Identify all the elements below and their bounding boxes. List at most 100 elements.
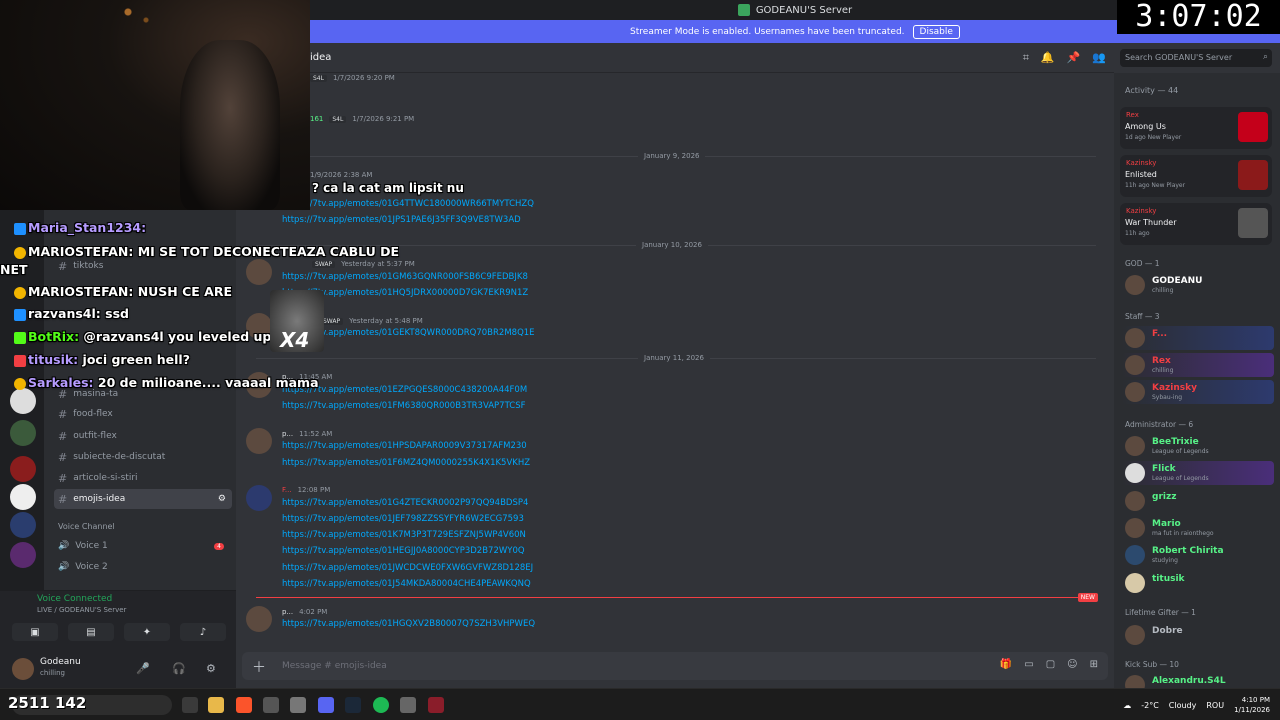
pin-icon[interactable]: 📌	[1067, 51, 1081, 65]
emoji-icon[interactable]: ☺	[1067, 659, 1077, 670]
sticker-icon[interactable]: ▢	[1046, 659, 1055, 670]
soundboard-button[interactable]: ♪	[180, 623, 226, 641]
app-icon[interactable]	[263, 697, 279, 713]
weather-temp[interactable]: -2°C	[1141, 701, 1159, 710]
member-item[interactable]: Kazinsky Sybau-ing	[1122, 380, 1274, 404]
message-link[interactable]: https://7tv.app/emotes/01HGQXV2B80007Q7S…	[282, 619, 535, 629]
member-item[interactable]: Flick League of Legends	[1122, 461, 1274, 485]
message-link[interactable]: https://7tv.app/emotes/01FM6380QR000B3TR…	[282, 401, 525, 411]
speaker-icon: 🔊	[58, 541, 70, 551]
member-item[interactable]: BeeTrixie League of Legends	[1122, 434, 1272, 456]
file-explorer-icon[interactable]	[208, 697, 224, 713]
message-composer[interactable]: ＋ Message # emojis-idea 🎁 ▭ ▢ ☺ ⊞	[242, 652, 1108, 680]
avatar[interactable]	[246, 259, 272, 285]
server-icon[interactable]	[10, 456, 36, 482]
activity-card[interactable]: Kazinsky Enlisted 11h ago New Player	[1120, 155, 1272, 197]
server-icon[interactable]	[10, 512, 36, 538]
message-link[interactable]: https://7tv.app/emotes/01GM63GQNR000FSB6…	[282, 272, 528, 282]
message-author[interactable]: p...	[282, 608, 293, 616]
message-link[interactable]: https://7tv.app/emotes/01HEGJJ0A8000CYP3…	[282, 546, 525, 556]
member-item[interactable]: titusik	[1122, 571, 1272, 593]
message-author[interactable]: F...	[282, 486, 292, 494]
timestamp: 11:52 AM	[299, 430, 333, 438]
member-item[interactable]: Robert Chirita studying	[1122, 543, 1272, 565]
channel-item[interactable]: # tiktoks	[54, 256, 232, 276]
voice-connected-label: Voice Connected	[37, 594, 113, 604]
member-item[interactable]: grizz	[1122, 489, 1272, 511]
message-link[interactable]: https://7tv.app/emotes/01EZPGQES8000C438…	[282, 385, 527, 395]
message-author[interactable]: p...	[282, 373, 293, 381]
message-link[interactable]: https://7tv.app/emotes/01K7M3P3T729ESFZN…	[282, 530, 526, 540]
hash-icon: #	[58, 429, 68, 443]
message-link[interactable]: https://7tv.app/emotes/01G4TTWC180000WR6…	[282, 199, 534, 209]
server-icon[interactable]	[10, 388, 36, 414]
app-icon[interactable]	[428, 697, 444, 713]
message-link[interactable]: https://7tv.app/emotes/01HPSDAPAR0009V37…	[282, 441, 527, 451]
voice-connected-sub: LIVE / GODEANU'S Server	[37, 606, 127, 614]
avatar	[1125, 545, 1145, 565]
server-icon[interactable]	[10, 420, 36, 446]
task-view-icon[interactable]	[182, 697, 198, 713]
voice-channel-1[interactable]: 🔊 Voice 14	[54, 536, 232, 556]
activity-card[interactable]: Rex Among Us 1d ago New Player	[1120, 107, 1272, 149]
role-header: Kick Sub — 10	[1125, 660, 1179, 669]
member-item[interactable]: GODEANU chilling	[1122, 273, 1272, 295]
language-indicator[interactable]: ROU	[1206, 701, 1224, 710]
timestamp: Yesterday at 5:37 PM	[341, 260, 415, 268]
add-attachment-icon[interactable]: ＋	[252, 657, 266, 677]
avatar[interactable]	[12, 658, 34, 680]
channel-item[interactable]: # food-flex	[54, 404, 232, 424]
voice-category[interactable]: Voice Channel	[58, 522, 115, 531]
member-list-icon[interactable]: 👥	[1092, 51, 1106, 65]
message-link[interactable]: https://7tv.app/emotes/01JEF798ZZSSYFYR6…	[282, 514, 524, 524]
avatar[interactable]	[246, 606, 272, 632]
voice-channel-2[interactable]: 🔊 Voice 2	[54, 557, 232, 577]
gif-icon[interactable]: ▭	[1024, 659, 1033, 670]
camera-button[interactable]: ▣	[12, 623, 58, 641]
clock[interactable]: 4:10 PM 1/11/2026	[1234, 695, 1270, 715]
message-link[interactable]: https://7tv.app/emotes/01F6MZ4QM0000255K…	[282, 458, 530, 468]
message-link[interactable]: https://7tv.app/emotes/01JWCDCWE0FXW6GVF…	[282, 563, 533, 573]
gift-icon[interactable]: 🎁	[1000, 659, 1012, 670]
threads-icon[interactable]: ⌗	[1023, 51, 1029, 65]
headphones-icon[interactable]: 🎧	[172, 662, 186, 675]
steam-icon[interactable]	[345, 697, 361, 713]
microphone-icon[interactable]: 🎤	[136, 662, 150, 675]
screen-share-button[interactable]: ▤	[68, 623, 114, 641]
search-input[interactable]: Search GODEANU'S Server ⌕	[1120, 49, 1272, 67]
member-sidebar: Activity — 44 Rex Among Us 1d ago New Pl…	[1114, 73, 1280, 695]
member-item[interactable]: Dobre	[1122, 623, 1272, 645]
channel-item-emojis-idea[interactable]: # emojis-idea ⚙	[54, 489, 232, 509]
bell-icon[interactable]: 🔔	[1041, 51, 1055, 65]
avatar[interactable]	[246, 372, 272, 398]
channel-item[interactable]: # articole-si-stiri	[54, 468, 232, 488]
discord-icon[interactable]	[318, 697, 334, 713]
apps-icon[interactable]: ⊞	[1090, 659, 1098, 670]
channel-item[interactable]: # outfit-flex	[54, 426, 232, 446]
disable-button[interactable]: Disable	[912, 24, 960, 39]
brave-icon[interactable]	[236, 697, 252, 713]
message-link[interactable]: https://7tv.app/emotes/01JPS1PAE6J35FF3Q…	[282, 215, 521, 225]
activities-button[interactable]: ✦	[124, 623, 170, 641]
store-icon[interactable]	[290, 697, 306, 713]
channel-item[interactable]: # masina-ta	[54, 384, 232, 404]
member-item[interactable]: F...	[1122, 326, 1274, 350]
activity-game: War Thunder	[1125, 218, 1177, 227]
message-link[interactable]: https://7tv.app/emotes/01G4ZTECKR0002P97…	[282, 498, 528, 508]
spotify-icon[interactable]	[373, 697, 389, 713]
message-author[interactable]: p...	[282, 430, 293, 438]
avatar[interactable]	[246, 428, 272, 454]
channel-item[interactable]: # subiecte-de-discutat	[54, 447, 232, 467]
activity-card[interactable]: Kazinsky War Thunder 11h ago	[1120, 203, 1272, 245]
app-icon[interactable]	[400, 697, 416, 713]
member-item[interactable]: Mario ma fut in raionthego	[1122, 516, 1272, 538]
message-link[interactable]: https://7tv.app/emotes/01J54MKDA80004CHE…	[282, 579, 531, 589]
gear-icon[interactable]: ⚙	[206, 662, 216, 675]
message-input[interactable]: Message # emojis-idea	[282, 661, 387, 671]
server-icon[interactable]	[10, 484, 36, 510]
avatar[interactable]	[246, 313, 272, 339]
settings-icon[interactable]: ⚙	[218, 494, 226, 504]
avatar[interactable]	[246, 485, 272, 511]
server-icon[interactable]	[10, 542, 36, 568]
member-item[interactable]: Rex chilling	[1122, 353, 1274, 377]
